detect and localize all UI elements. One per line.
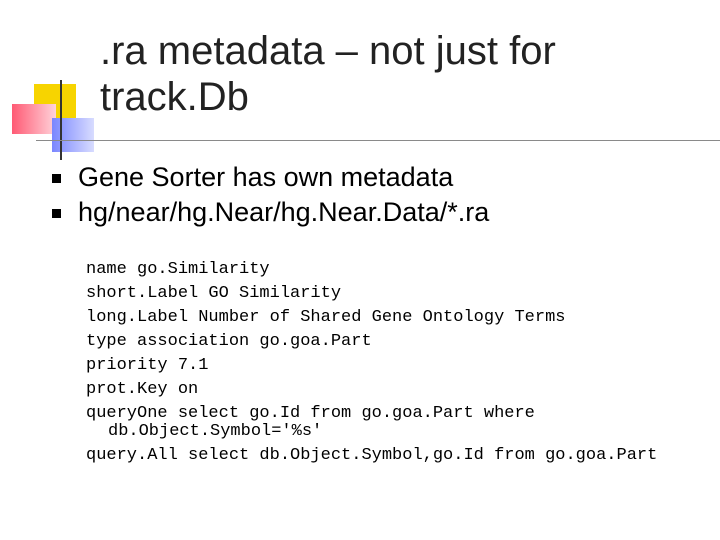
code-line: short.Label GO Similarity [86, 284, 342, 303]
code-line: priority 7.1 [86, 356, 209, 375]
code-line: prot.Key on [86, 380, 199, 399]
code-line: name go.Similarity [86, 260, 270, 279]
slide: .ra metadata – not just for track.Db Gen… [0, 0, 720, 540]
logo-red-square [12, 104, 56, 134]
code-line: type association go.goa.Part [86, 332, 372, 351]
logo-blue-square [52, 118, 94, 152]
square-bullet-icon [52, 174, 61, 183]
bullet-list: Gene Sorter has own metadata hg/near/hg.… [52, 160, 489, 230]
square-bullet-icon [52, 209, 61, 218]
bullet-text: Gene Sorter has own metadata [78, 162, 454, 192]
bullet-item: hg/near/hg.Near/hg.Near.Data/*.ra [52, 195, 489, 230]
bullet-item: Gene Sorter has own metadata [52, 160, 489, 195]
logo-vertical-line [60, 80, 62, 160]
code-line: long.Label Number of Shared Gene Ontolog… [86, 308, 566, 327]
bullet-text: hg/near/hg.Near/hg.Near.Data/*.ra [78, 197, 490, 227]
slide-title: .ra metadata – not just for track.Db [100, 29, 556, 119]
code-block: name go.Similarity short.Label GO Simila… [86, 258, 657, 468]
title-divider-line [36, 140, 720, 141]
code-line: query.All select db.Object.Symbol,go.Id … [86, 446, 658, 465]
